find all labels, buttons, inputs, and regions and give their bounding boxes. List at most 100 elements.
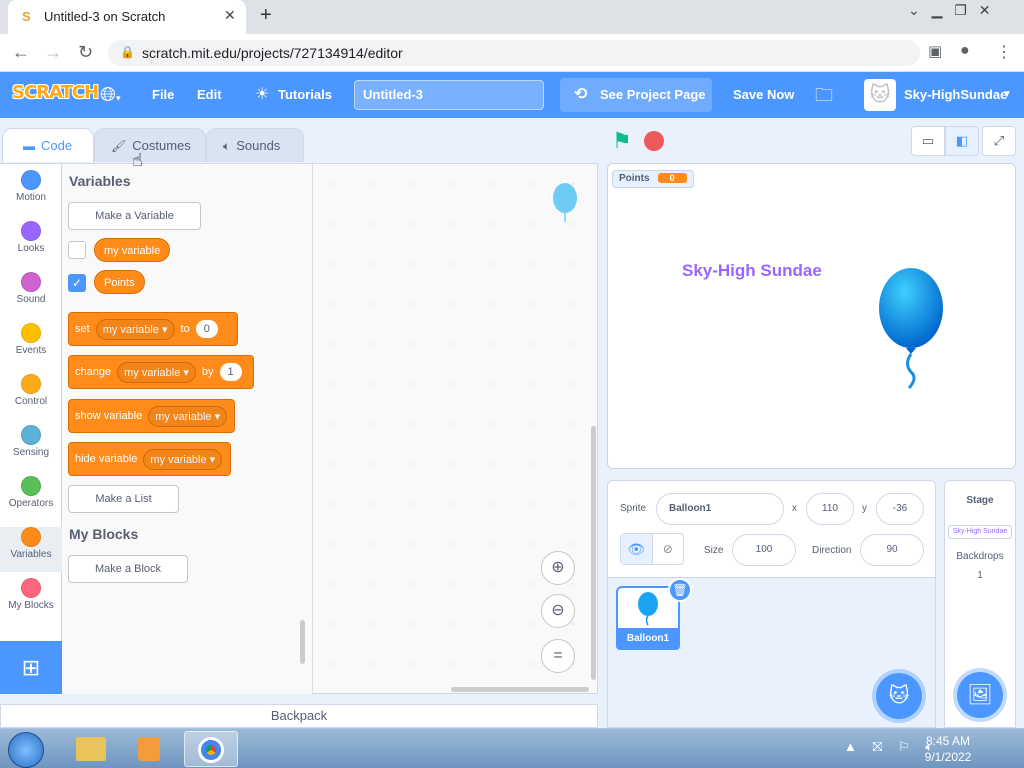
media-player-icon[interactable] [122,731,176,767]
minimize-icon[interactable]: ▁ [932,2,943,19]
scratch-logo[interactable]: SCRATCH [12,82,99,103]
stage-selector-panel[interactable]: Stage Sky-High Sundae Backdrops 1 🖼︎ [944,480,1016,728]
user-avatar[interactable]: 🐱 [864,79,896,111]
username-menu[interactable]: Sky-HighSundae [904,72,1007,118]
account-chevron-down-icon[interactable]: ▼ [1002,72,1012,118]
start-button-icon[interactable] [8,732,44,768]
tab-sounds[interactable]: 🔈︎ Sounds [206,128,304,162]
forward-arrow-icon[interactable]: → [44,42,62,63]
see-project-page-label: See Project Page [600,87,706,102]
side-panel-icon[interactable]: ▣ [928,42,942,60]
language-globe-icon[interactable]: 🌐︎▾ [100,72,121,118]
category-motion[interactable]: Motion [0,170,62,215]
chrome-taskbar-icon[interactable] [184,731,238,767]
variable-dropdown[interactable]: my variable ▾ [95,318,175,340]
project-title-input[interactable]: Untitled-3 [354,80,544,110]
workspace-vertical-scrollbar[interactable] [591,426,596,680]
my-variable-reporter[interactable]: my variable [94,238,171,262]
fullscreen-icon[interactable]: ⤢ [982,126,1016,156]
sprite-tile-balloon1[interactable]: Balloon1 🗑︎ [616,578,692,650]
reload-icon[interactable]: ↻ [78,42,93,63]
close-tab-icon[interactable]: ✕ [224,7,236,24]
address-bar[interactable]: 🔒 scratch.mit.edu/projects/727134914/edi… [108,40,920,66]
chevron-down-icon[interactable]: ⌄ [908,2,920,19]
balloon-sprite[interactable] [876,266,946,391]
points-monitor[interactable]: Points 0 [612,170,694,188]
restore-icon[interactable]: ❐ [954,2,967,19]
stage-text: Sky-High Sundae [682,261,822,280]
back-arrow-icon[interactable]: ← [12,42,30,63]
category-control[interactable]: Control [0,374,62,419]
category-sensing[interactable]: Sensing [0,425,62,470]
backpack[interactable]: Backpack [0,704,598,728]
category-sound[interactable]: Sound [0,272,62,317]
sprite-name-input[interactable]: Balloon1 [656,493,784,525]
hide-variable-block[interactable]: hide variable my variable ▾ [68,442,231,476]
more-menu-icon[interactable]: ⋮ [996,42,1012,62]
make-list-button[interactable]: Make a List [68,485,179,513]
x-input[interactable]: 110 [806,493,854,525]
make-variable-button[interactable]: Make a Variable [68,202,201,230]
variable-dropdown[interactable]: my variable ▾ [117,361,196,383]
tab-code[interactable]: ▬ Code [2,128,94,162]
y-input[interactable]: -36 [876,493,924,525]
green-flag-icon[interactable]: ⚑ [612,128,632,154]
set-variable-block[interactable]: set my variable ▾ to 0 [68,312,238,346]
new-tab-icon[interactable]: + [260,4,272,27]
stage[interactable]: Points 0 Sky-High Sundae [607,163,1016,469]
points-reporter[interactable]: Points [94,270,145,294]
close-window-icon[interactable]: ✕ [979,2,991,19]
choose-sprite-icon[interactable]: 🐱︎ [876,673,922,719]
delete-sprite-icon[interactable]: 🗑︎ [668,578,692,602]
tab-costumes[interactable]: 🖌︎ Costumes [94,128,206,162]
value-input[interactable]: 0 [195,320,218,338]
dropdown-value: my variable [124,366,181,379]
my-stuff-folder-icon[interactable]: 🗀 [815,72,833,118]
category-operators[interactable]: Operators [0,476,62,521]
block-keyword: change [75,366,112,378]
tutorials-bulb-icon: ☀ [255,86,270,103]
direction-input[interactable]: 90 [860,534,924,566]
value-input[interactable]: 1 [219,363,242,381]
see-project-page-button[interactable]: ⟲ See Project Page [560,78,712,112]
edit-menu[interactable]: Edit [197,72,222,118]
direction-label: Direction [812,545,852,556]
category-label: Sound [16,294,46,305]
size-input[interactable]: 100 [732,534,796,566]
category-label: Sensing [12,447,50,458]
make-block-button[interactable]: Make a Block [68,555,188,583]
browser-tab-title: Untitled-3 on Scratch [44,9,166,24]
normal-stage-icon[interactable]: ◧ [945,126,979,156]
file-menu[interactable]: File [152,72,174,118]
show-eye-icon[interactable]: 👁︎ [621,534,652,564]
points-checkbox[interactable]: ✓ [68,274,86,292]
file-explorer-icon[interactable] [64,731,118,767]
zoom-in-icon[interactable]: ⊕ [541,551,575,585]
category-variables[interactable]: Variables [0,527,62,572]
category-events[interactable]: Events [0,323,62,368]
palette-scrollbar[interactable] [300,620,305,664]
browser-tab[interactable]: S Untitled-3 on Scratch ✕ [8,0,246,34]
zoom-reset-icon[interactable]: = [541,639,575,673]
category-looks[interactable]: Looks [0,221,62,266]
code-workspace[interactable]: ⊕ ⊖ = [312,163,598,694]
zoom-out-icon[interactable]: ⊖ [541,594,575,628]
save-now-button[interactable]: Save Now [733,72,794,118]
category-my-blocks[interactable]: My Blocks [0,578,62,623]
workspace-horizontal-scrollbar[interactable] [451,687,589,692]
change-variable-block[interactable]: change my variable ▾ by 1 [68,355,254,389]
clock[interactable]: 8:45 AM 9/1/2022 [920,733,976,765]
variable-dropdown[interactable]: my variable ▾ [143,448,223,470]
show-variable-block[interactable]: show variable my variable ▾ [68,399,235,433]
variable-dropdown[interactable]: my variable ▾ [148,405,228,427]
stop-icon[interactable] [644,131,664,151]
stage-thumbnail[interactable]: Sky-High Sundae [948,525,1012,539]
my-variable-checkbox[interactable] [68,241,86,259]
block-keyword: show variable [75,410,143,422]
choose-backdrop-icon[interactable]: 🖼︎ [957,672,1003,718]
tutorials-menu[interactable]: Tutorials [278,72,332,118]
small-stage-icon[interactable]: ▭ [911,126,945,156]
profile-icon[interactable]: ● [960,42,970,60]
hide-eye-icon[interactable]: ⊘ [651,534,684,564]
add-extension-icon[interactable]: ⊞ [0,641,62,694]
